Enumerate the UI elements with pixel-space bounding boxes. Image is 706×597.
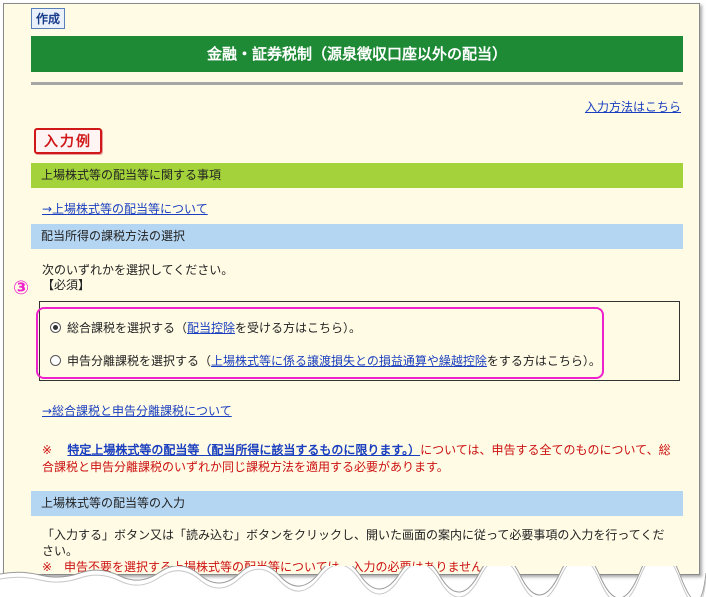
page-title: 金融・証券税制（源泉徴収口座以外の配当） bbox=[31, 36, 683, 72]
section-listed-dividends-header: 上場株式等の配当等に関する事項 bbox=[31, 163, 683, 188]
torn-edge-decoration bbox=[0, 566, 706, 597]
option-comprehensive-taxation[interactable]: 総合課税を選択する（ 配当控除 を受ける方はこちら）。 bbox=[50, 319, 361, 336]
step-number-badge: ③ bbox=[13, 277, 30, 299]
option-suffix: を受ける方はこちら）。 bbox=[235, 321, 362, 335]
taxation-option-group: 総合課税を選択する（ 配当控除 を受ける方はこちら）。 申告分離課税を選択する（… bbox=[39, 301, 680, 381]
option-prefix: 総合課税を選択する（ bbox=[67, 321, 188, 335]
loss-offset-carryforward-link[interactable]: 上場株式等に係る譲渡損失との損益通算や繰越控除 bbox=[211, 352, 487, 369]
taxation-method-note: ※ 特定上場株式等の配当等（配当所得に該当するものに限ります。）については、申告… bbox=[42, 442, 674, 476]
input-example-badge: 入力例 bbox=[34, 128, 102, 154]
specified-listed-dividends-link[interactable]: 特定上場株式等の配当等（配当所得に該当するものに限ります。） bbox=[67, 443, 420, 457]
section-dividends-input-header: 上場株式等の配当等の入力 bbox=[31, 491, 683, 516]
input-method-help-link[interactable]: 入力方法はこちら bbox=[585, 98, 681, 115]
input-instructions: 「入力する」ボタン又は「読み込む」ボタンをクリックし、開いた画面の案内に従って必… bbox=[42, 528, 665, 558]
form-panel: 作成 金融・証券税制（源泉徴収口座以外の配当） 入力方法はこちら 入力例 上場株… bbox=[3, 3, 700, 575]
header-divider bbox=[31, 82, 683, 85]
create-tab[interactable]: 作成 bbox=[31, 8, 66, 29]
listed-dividends-info-link[interactable]: →上場株式等の配当等について bbox=[42, 200, 208, 217]
option-suffix: をする方はこちら）。 bbox=[486, 354, 601, 368]
note-mark: ※ bbox=[42, 443, 53, 457]
option-separate-taxation[interactable]: 申告分離課税を選択する（ 上場株式等に係る譲渡損失との損益通算や繰越控除 をする… bbox=[50, 352, 601, 369]
radio-separate-taxation[interactable] bbox=[50, 355, 61, 366]
required-label: 【必須】 bbox=[42, 278, 91, 292]
radio-comprehensive-taxation[interactable] bbox=[50, 322, 61, 333]
dividend-deduction-link[interactable]: 配当控除 bbox=[187, 319, 235, 336]
option-prefix: 申告分離課税を選択する（ bbox=[67, 354, 212, 368]
section-taxation-method-header: 配当所得の課税方法の選択 bbox=[31, 224, 683, 249]
taxation-methods-info-link[interactable]: →総合課税と申告分離課税について bbox=[42, 402, 232, 419]
